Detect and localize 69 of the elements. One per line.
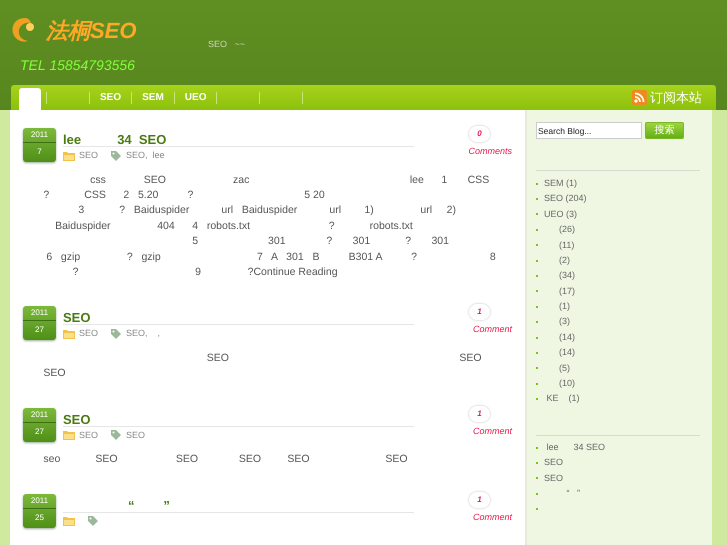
logo-title: 法桐SEO [46,20,136,42]
post-text-line: 5 301 ? 301 ? 301 [191,234,450,250]
date-year: 2011 [23,408,56,423]
date-day: 27 [35,422,44,436]
category-link[interactable]: (14) [544,330,576,344]
comment-count-bubble[interactable]: 1 [469,304,490,320]
category-link[interactable]: (3) [544,315,570,329]
category-link[interactable]: (14) [544,346,576,360]
comment-count-bubble[interactable]: 1 [469,406,490,422]
comments-link[interactable]: Comment [472,510,512,524]
post-title[interactable]: SEO [63,310,90,326]
folder-icon [63,430,75,440]
date-year: 2011 [23,306,56,322]
comments-link[interactable]: Comment [472,323,512,337]
category-link[interactable]: SEO (204) [544,192,587,206]
post-category[interactable]: SEO [79,428,98,442]
category-link[interactable]: (17) [544,284,576,298]
date-day: 27 [35,321,44,334]
category-link[interactable]: (2) [544,254,570,268]
phone-number: TEL 15854793556 [20,58,136,72]
category-link[interactable]: UEO (3) [544,208,578,222]
comments-link[interactable]: Comments [468,145,512,158]
post-tags[interactable]: SEO, lee [126,149,165,162]
tag-icon [110,328,122,340]
post-text-line: 3 ? Baiduspider url Baiduspider url 1) url 2) [77,203,457,218]
recent-post-link[interactable]: SEO [544,456,564,470]
date-day: 25 [35,508,44,522]
post-tags[interactable]: SEO [126,428,146,442]
date-day: 7 [37,143,42,156]
post-title[interactable]: lee 34 SEO [63,132,166,147]
date-year: 2011 [23,128,56,143]
category-link[interactable]: KE (1) [544,392,580,406]
tag-icon [110,150,122,162]
post-text-line: SEO [42,366,67,382]
post-text-line: Baiduspider 404 4 robots.txt ? robots.txt [54,218,414,234]
category-link[interactable]: (5) [544,362,570,376]
category-link[interactable]: (10) [544,377,576,391]
recent-post-link[interactable]: SEO [544,472,564,486]
post-text-line: css SEO zac lee 1 CSS [89,172,490,188]
category-link[interactable]: SEM (1) [544,176,578,190]
recent-post-link[interactable]: lee 34 SEO [544,440,606,454]
folder-icon [63,150,75,161]
category-link[interactable]: (34) [544,269,576,283]
category-link[interactable]: (26) [544,223,576,237]
folder-icon [63,329,75,340]
tag-icon [110,429,122,442]
post-text-line: seo SEO SEO SEO SEO SEO [42,452,409,468]
post-tags[interactable]: SEO, , [126,327,160,341]
home-tab[interactable] [19,88,41,110]
recent-post-link[interactable]: “ ” [544,486,580,500]
comments-link[interactable]: Comment [472,424,512,438]
rss-icon [632,90,647,105]
post-text-line: ? CSS 2 5.20 ? 5 20 [42,188,326,203]
post-text-line: 6 gzip ? gzip 7 A 301 B B301 A ? 8 [45,250,497,265]
site-tagline: SEO ~~ [208,38,246,51]
post-category[interactable]: SEO [79,149,98,162]
post-title[interactable]: “ ” [63,498,170,513]
tag-icon [87,514,99,527]
post-category[interactable]: SEO [79,327,98,341]
category-link[interactable]: (11) [544,238,574,252]
comment-count-bubble[interactable]: 1 [469,492,490,508]
post-text-line: ? 9 ?Continue Reading [72,264,339,280]
comment-count-bubble[interactable]: 0 [469,126,490,142]
post-title[interactable]: SEO [63,412,90,427]
search-field[interactable]: Search Blog... [536,122,642,139]
folder-icon [63,516,75,526]
date-year: 2011 [23,494,56,509]
post-text-line: SEO SEO [206,350,483,366]
category-link[interactable]: (1) [544,300,570,314]
